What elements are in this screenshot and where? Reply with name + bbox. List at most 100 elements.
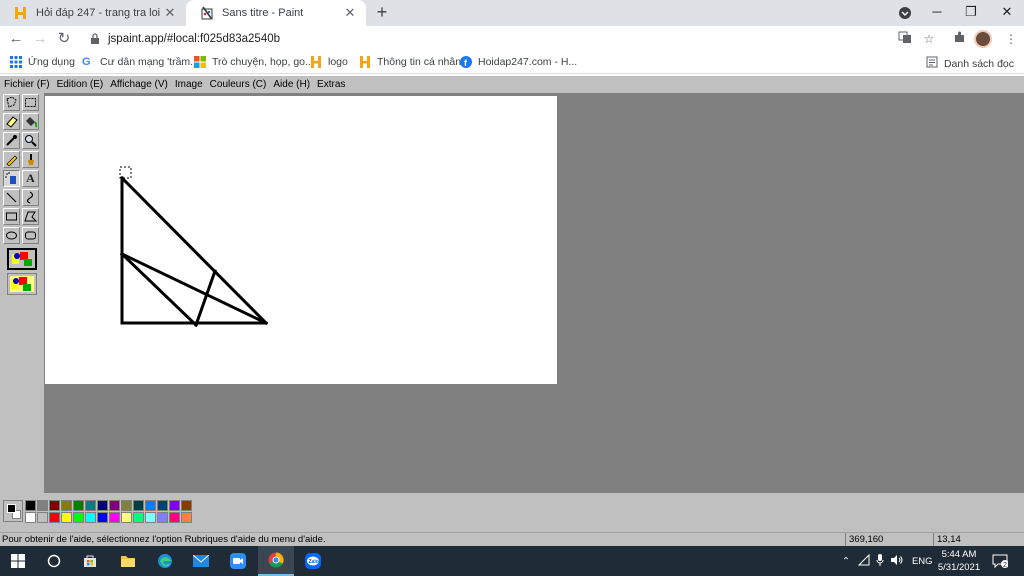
palette-swatch[interactable] [157,512,168,523]
extensions-icon[interactable] [950,30,968,48]
palette-swatch[interactable] [181,512,192,523]
reload-icon[interactable]: ↻ [54,29,74,49]
show-hidden-icons-icon[interactable]: ⌃ [842,556,850,567]
store-icon[interactable] [72,546,108,576]
palette-swatch[interactable] [25,512,36,523]
close-tab-icon[interactable]: ✕ [162,5,178,21]
curve-icon[interactable] [22,189,39,206]
rounded-rect-icon[interactable] [22,227,39,244]
palette-swatch[interactable] [169,500,180,511]
palette-swatch[interactable] [109,512,120,523]
transparent-option-icon[interactable] [7,248,37,270]
palette-swatch[interactable] [49,500,60,511]
menu-edit[interactable]: Edition (E) [57,79,104,90]
bookmark-label: Trò chuyện, họp, go... [212,56,314,68]
zalo-icon[interactable]: Zalo [295,546,331,576]
forward-arrow-icon[interactable]: → [30,29,50,49]
palette-swatch[interactable] [157,500,168,511]
profile-dropdown-icon[interactable] [888,0,922,26]
bookmark-teams[interactable]: Trò chuyện, họp, go... [194,56,314,68]
bookmark-google[interactable]: G Cư dân mạng 'trầm... [82,56,199,68]
palette-swatch[interactable] [133,512,144,523]
ellipse-icon[interactable] [3,227,20,244]
menu-kebab-icon[interactable]: ⋮ [1002,30,1020,48]
palette-swatch[interactable] [181,500,192,511]
palette-swatch[interactable] [61,512,72,523]
palette-swatch[interactable] [145,500,156,511]
rectangle-icon[interactable] [3,208,20,225]
palette-swatch[interactable] [73,500,84,511]
close-tab-icon[interactable]: ✕ [342,5,358,21]
bookmark-logo[interactable]: logo [310,56,348,68]
foreground-color[interactable] [7,504,16,513]
current-colors[interactable] [3,500,23,522]
palette-swatch[interactable] [133,500,144,511]
menu-extras[interactable]: Extras [317,79,345,90]
file-explorer-icon[interactable] [110,546,146,576]
opaque-option-icon[interactable] [7,273,37,295]
menu-file[interactable]: Fichier (F) [4,79,50,90]
tab-paint[interactable]: Sans titre - Paint ✕ [186,0,366,26]
edge-icon[interactable] [147,546,183,576]
palette-swatch[interactable] [121,500,132,511]
translate-icon[interactable] [896,30,914,48]
profile-avatar[interactable] [974,30,992,48]
menu-image[interactable]: Image [175,79,203,90]
bookmark-label: Hoidap247.com - H... [478,56,578,68]
palette-swatch[interactable] [73,512,84,523]
zoom-icon[interactable] [220,546,256,576]
tab-hoidap[interactable]: Hỏi đáp 247 - trang tra loi ✕ [0,0,186,26]
palette-swatch[interactable] [97,500,108,511]
palette-swatch[interactable] [49,512,60,523]
reading-list-button[interactable]: Danh sách đọc [926,56,1014,71]
pick-color-icon[interactable] [3,132,20,149]
palette-swatch[interactable] [37,512,48,523]
bookmark-profile[interactable]: Thông tin cá nhân [359,56,461,68]
new-tab-button[interactable]: + [372,3,392,23]
back-arrow-icon[interactable]: ← [6,29,26,49]
palette-swatch[interactable] [169,512,180,523]
palette-swatch[interactable] [61,500,72,511]
palette-swatch[interactable] [97,512,108,523]
brush-icon[interactable] [22,151,39,168]
pencil-icon[interactable] [3,151,20,168]
restore-button[interactable]: ❐ [954,0,988,26]
bookmark-star-icon[interactable]: ☆ [920,30,938,48]
magnifier-icon[interactable] [22,132,39,149]
drawing-canvas[interactable] [45,96,557,384]
chrome-icon[interactable] [258,546,294,576]
palette-swatch[interactable] [145,512,156,523]
fill-bucket-icon[interactable] [22,113,39,130]
microphone-icon[interactable] [876,553,884,569]
palette-swatch[interactable] [85,512,96,523]
status-position: 369,160 [845,533,931,546]
address-bar[interactable]: jspaint.app/#local:f025d83a2540b [80,28,940,50]
menu-help[interactable]: Aide (H) [273,79,310,90]
bookmark-apps[interactable]: Ứng dụng [10,56,75,68]
minimize-button[interactable]: ─ [920,0,954,26]
mail-icon[interactable] [183,546,219,576]
menu-colors[interactable]: Couleurs (C) [210,79,267,90]
close-window-button[interactable]: ✕ [990,0,1024,26]
palette-swatch[interactable] [109,500,120,511]
text-icon[interactable]: A [22,170,39,187]
palette-swatch[interactable] [25,500,36,511]
polygon-icon[interactable] [22,208,39,225]
eraser-icon[interactable] [3,113,20,130]
notification-center-icon[interactable]: 2 [992,546,1012,576]
network-icon[interactable] [857,553,870,569]
airbrush-icon[interactable] [3,170,20,187]
volume-icon[interactable] [890,554,904,569]
free-form-select-icon[interactable] [3,94,20,111]
palette-swatch[interactable] [85,500,96,511]
line-icon[interactable] [3,189,20,206]
palette-swatch[interactable] [37,500,48,511]
search-circle-icon[interactable] [36,546,72,576]
bookmark-facebook[interactable]: f Hoidap247.com - H... [460,56,577,68]
clock[interactable]: 5:44 AM 5/31/2021 [930,548,988,574]
palette-swatch[interactable] [121,512,132,523]
windows-start-icon[interactable] [0,546,36,576]
svg-text:Zalo: Zalo [309,559,319,565]
menu-view[interactable]: Affichage (V) [110,79,168,90]
rect-select-icon[interactable] [22,94,39,111]
